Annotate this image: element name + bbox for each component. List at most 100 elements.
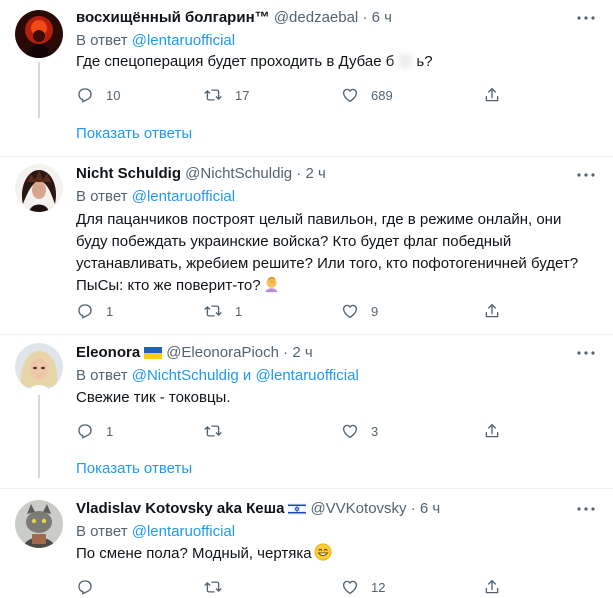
like-button[interactable]: 689 xyxy=(341,84,393,106)
reply-prefix: В ответ xyxy=(76,367,128,384)
retweet-button[interactable] xyxy=(203,420,235,442)
reply-context: В ответ @lentaruofficial xyxy=(76,31,235,51)
reply-context: В ответ @lentaruofficial xyxy=(76,187,235,207)
reply-icon xyxy=(78,304,92,319)
tweet-text: Для пацанчиков построят целый павильон, … xyxy=(76,209,586,300)
tweet-text-start: Где спецоперация будет проходить в Дубае… xyxy=(76,53,395,70)
display-name[interactable]: Eleonora xyxy=(76,344,140,361)
separator-dot: · xyxy=(362,9,368,26)
handle[interactable]: @VVKotovsky xyxy=(310,500,406,517)
timestamp[interactable]: 2 ч xyxy=(305,165,325,182)
tweet-text-content: Для пацанчиков построят целый павильон, … xyxy=(76,211,579,294)
thread-line xyxy=(38,395,40,478)
handle[interactable]: @NichtSchuldig xyxy=(185,165,292,182)
reply-prefix: В ответ xyxy=(76,32,128,49)
avatar[interactable] xyxy=(15,164,63,212)
share-button[interactable] xyxy=(483,420,501,442)
grinning-face-emoji-icon xyxy=(314,543,332,568)
retweet-icon xyxy=(204,89,222,101)
reply-conjunction: и xyxy=(242,367,252,384)
reply-button[interactable]: 1 xyxy=(76,300,113,322)
reply-prefix: В ответ xyxy=(76,523,128,540)
tweet-text: Свежие тик - токовцы. xyxy=(76,387,586,409)
like-count: 12 xyxy=(371,579,386,595)
retweet-icon xyxy=(204,425,222,437)
share-button[interactable] xyxy=(483,300,501,322)
avatar[interactable] xyxy=(15,343,63,391)
display-name[interactable]: Nicht Schuldig xyxy=(76,165,181,182)
retweet-icon xyxy=(204,581,222,593)
retweet-icon xyxy=(204,305,222,317)
separator-dot: · xyxy=(410,500,416,517)
ukraine-flag-icon xyxy=(144,345,163,363)
tweet-4[interactable]: Vladislav Kotovsky aka Кеша @VVKotovsky ·… xyxy=(0,489,613,595)
retweet-count: 17 xyxy=(235,87,250,103)
retweet-count: 1 xyxy=(235,303,243,319)
display-name[interactable]: восхищённый болгарин™ xyxy=(76,9,270,26)
reply-mention[interactable]: @NichtSchuldig xyxy=(132,367,239,384)
tweet-header: Eleonora @EleonoraPioch · 2 ч xyxy=(76,343,573,363)
reply-icon xyxy=(78,424,92,439)
more-options-icon[interactable] xyxy=(576,8,596,28)
separator-dot: · xyxy=(283,344,289,361)
like-count: 9 xyxy=(371,303,379,319)
tweet-header: Nicht Schuldig @NichtSchuldig · 2 ч xyxy=(76,164,573,184)
reply-mention[interactable]: @lentaruofficial xyxy=(132,523,235,540)
like-count: 689 xyxy=(371,87,393,103)
reply-count: 10 xyxy=(106,87,121,103)
reply-mention[interactable]: @lentaruofficial xyxy=(255,367,358,384)
tweet-text-content: По смене пола? Модный, чертяка xyxy=(76,545,312,562)
reply-mention[interactable]: @lentaruofficial xyxy=(132,32,235,49)
tweet-text: По смене пола? Модный, чертяка xyxy=(76,543,586,568)
thread-line xyxy=(38,62,40,118)
like-button[interactable]: 3 xyxy=(341,420,378,442)
reply-context: В ответ @lentaruofficial xyxy=(76,522,235,542)
heart-icon xyxy=(342,88,358,103)
tweet-2[interactable]: Nicht Schuldig @NichtSchuldig · 2 ч В от… xyxy=(0,157,613,334)
tweet-3[interactable]: Eleonora @EleonoraPioch · 2 ч В ответ @Ni… xyxy=(0,335,613,488)
more-options-icon[interactable] xyxy=(576,499,596,519)
more-options-icon[interactable] xyxy=(576,343,596,363)
reply-count: 1 xyxy=(106,423,114,439)
handle[interactable]: @dedzaebal xyxy=(274,9,358,26)
facepalm-emoji-icon xyxy=(263,276,280,300)
show-replies-link[interactable]: Показать ответы xyxy=(76,459,192,479)
reply-context: В ответ @NichtSchuldig и @lentaruofficia… xyxy=(76,366,359,386)
avatar[interactable] xyxy=(15,10,63,58)
tweet-actions: 1 1 9 xyxy=(76,300,516,322)
separator-dot: · xyxy=(296,165,302,182)
display-name[interactable]: Vladislav Kotovsky aka Кеша xyxy=(76,500,284,517)
avatar[interactable] xyxy=(15,500,63,548)
retweet-button[interactable]: 17 xyxy=(203,84,249,106)
reply-icon xyxy=(78,88,92,103)
timestamp[interactable]: 6 ч xyxy=(420,500,440,517)
reply-mention[interactable]: @lentaruofficial xyxy=(132,188,235,205)
share-icon xyxy=(485,579,499,594)
censored-text xyxy=(394,54,417,68)
heart-icon xyxy=(342,304,358,319)
tweet-text-end: ь? xyxy=(416,53,433,70)
share-button[interactable] xyxy=(483,84,501,106)
heart-icon xyxy=(342,424,358,439)
heart-icon xyxy=(342,580,358,595)
like-count: 3 xyxy=(371,423,379,439)
share-icon xyxy=(485,423,499,438)
more-options-icon[interactable] xyxy=(576,165,596,185)
reply-button[interactable]: 1 xyxy=(76,420,113,442)
tweet-actions: 1 3 xyxy=(76,420,516,442)
tweet-header: Vladislav Kotovsky aka Кеша @VVKotovsky ·… xyxy=(76,499,573,519)
retweet-button[interactable]: 1 xyxy=(203,300,242,322)
israel-flag-icon xyxy=(288,501,307,519)
timestamp[interactable]: 2 ч xyxy=(292,344,312,361)
handle[interactable]: @EleonoraPioch xyxy=(166,344,279,361)
share-icon xyxy=(485,303,499,318)
tweet-1[interactable]: восхищённый болгарин™ @dedzaebal · 6 ч В… xyxy=(0,0,613,156)
tweet-actions: 10 17 689 xyxy=(76,84,516,106)
reply-button[interactable]: 10 xyxy=(76,84,120,106)
tweet-text-content: Свежие тик - токовцы. xyxy=(76,389,231,406)
like-button[interactable]: 9 xyxy=(341,300,378,322)
show-replies-link[interactable]: Показать ответы xyxy=(76,124,192,144)
reply-prefix: В ответ xyxy=(76,188,128,205)
timestamp[interactable]: 6 ч xyxy=(372,9,392,26)
reply-icon xyxy=(78,580,92,595)
